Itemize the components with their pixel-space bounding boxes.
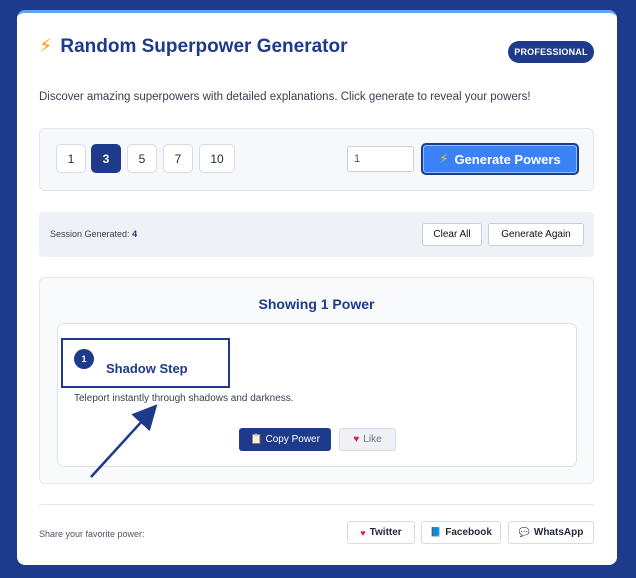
quick-count-10-button[interactable]: 10: [199, 144, 235, 173]
share-facebook-label: Facebook: [445, 527, 492, 538]
quick-count-7-button[interactable]: 7: [163, 144, 193, 173]
clear-all-button[interactable]: Clear All: [422, 223, 482, 246]
heart-icon: ♥: [353, 434, 360, 445]
like-label: Like: [363, 434, 382, 445]
share-twitter-label: Twitter: [369, 527, 402, 538]
results-panel: Showing 1 Power 1 Shadow Step Teleport i…: [39, 277, 594, 484]
count-input[interactable]: [347, 146, 414, 172]
results-title: Showing 1 Power: [258, 296, 375, 312]
session-bar: Session Generated: 4 Clear All Generate …: [39, 212, 594, 257]
share-whatsapp-button[interactable]: 💬 WhatsApp: [508, 521, 594, 544]
share-label: Share your favorite power:: [39, 529, 145, 539]
divider: [39, 504, 594, 505]
copy-power-button[interactable]: 📋 Copy Power: [239, 428, 331, 451]
share-whatsapp-label: WhatsApp: [533, 527, 584, 538]
power-description: Teleport instantly through shadows and d…: [74, 393, 294, 404]
session-generated-label: Session Generated: 4: [50, 229, 137, 239]
book-icon: 📘: [430, 527, 442, 537]
heart-icon: ♥: [360, 527, 366, 538]
lightning-icon: ⚡: [39, 36, 53, 57]
generate-powers-label: Generate Powers: [454, 151, 561, 167]
share-facebook-button[interactable]: 📘 Facebook: [421, 521, 501, 544]
session-generated-count: 4: [132, 229, 138, 239]
page-title-text: Random Superpower Generator: [60, 35, 348, 57]
share-twitter-button[interactable]: ♥ Twitter: [347, 521, 415, 544]
generate-again-button[interactable]: Generate Again: [488, 223, 584, 246]
session-generated-text: Session Generated:: [50, 229, 130, 239]
copy-power-label: Copy Power: [265, 434, 320, 445]
quick-count-5-button[interactable]: 5: [127, 144, 157, 173]
lightning-icon: ⚡: [439, 151, 449, 166]
clipboard-icon: 📋: [250, 434, 263, 445]
like-button[interactable]: ♥ Like: [339, 428, 396, 451]
power-number-badge: 1: [74, 349, 94, 369]
controls-panel: 1 3 5 7 10 ⚡ Generate Powers: [39, 128, 594, 191]
generator-card: ⚡ Random Superpower Generator PROFESSION…: [17, 10, 617, 565]
quick-count-1-button[interactable]: 1: [56, 144, 86, 173]
generate-powers-button[interactable]: ⚡ Generate Powers: [421, 143, 579, 175]
quick-count-3-button[interactable]: 3: [91, 144, 121, 173]
speech-bubble-icon: 💬: [518, 527, 530, 537]
power-name: Shadow Step: [106, 361, 188, 376]
page-subtitle: Discover amazing superpowers with detail…: [39, 91, 531, 103]
professional-badge: PROFESSIONAL: [508, 41, 594, 63]
page-title: ⚡ Random Superpower Generator: [39, 35, 348, 58]
power-card: 1 Shadow Step Teleport instantly through…: [57, 323, 577, 467]
